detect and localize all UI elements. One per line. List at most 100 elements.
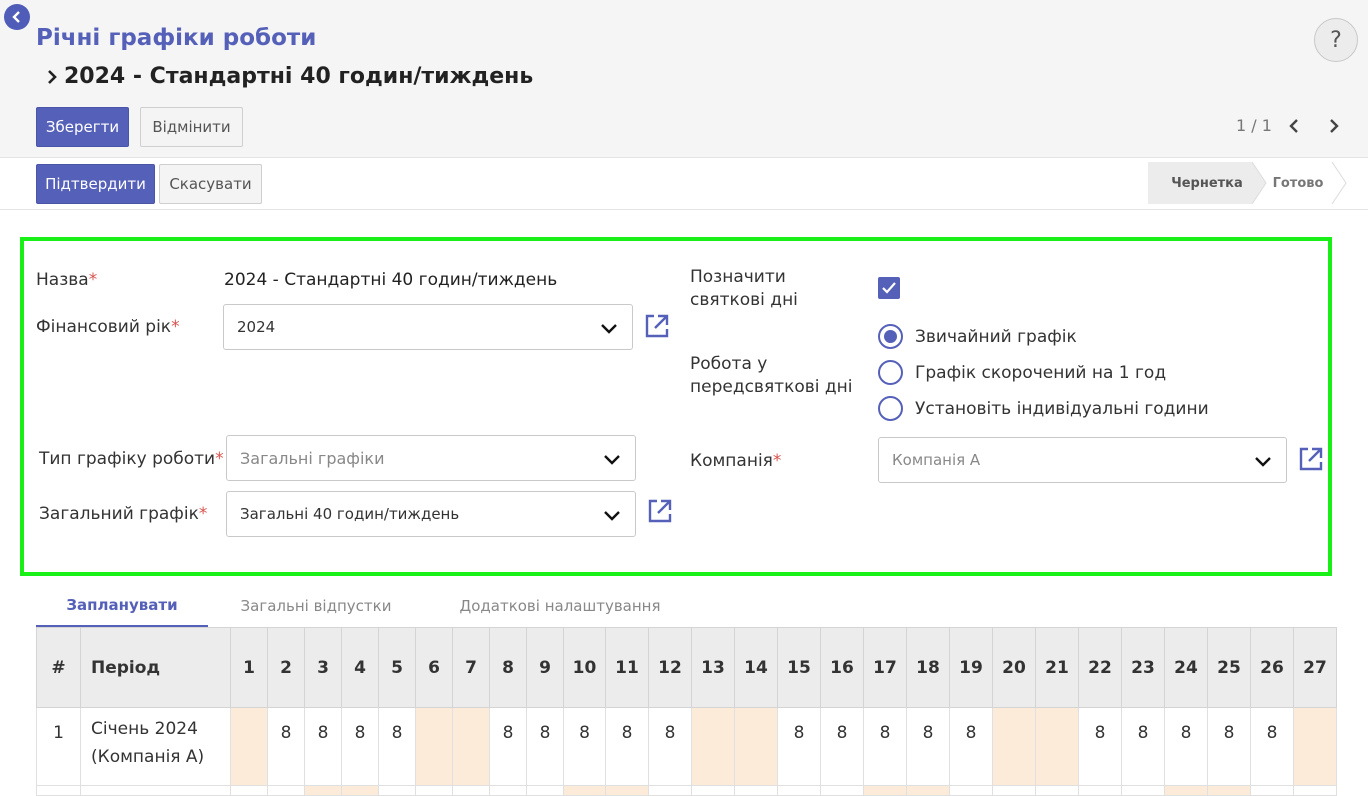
name-label: Назва* bbox=[36, 270, 98, 290]
day-hours-cell[interactable] bbox=[777, 785, 821, 796]
day-hours-cell[interactable]: 8 bbox=[863, 707, 907, 786]
day-hours-cell[interactable]: 8 bbox=[341, 707, 379, 786]
col-header-day: 1 bbox=[230, 627, 268, 708]
day-hours-cell[interactable]: 8 bbox=[1164, 707, 1208, 786]
day-hours-cell[interactable]: 8 bbox=[489, 707, 527, 786]
day-hours-cell[interactable] bbox=[1293, 785, 1337, 796]
day-hours-cell[interactable] bbox=[1250, 785, 1294, 796]
schedule-type-label: Тип графіку роботи* bbox=[39, 449, 224, 469]
day-hours-cell[interactable] bbox=[267, 785, 305, 796]
day-hours-cell[interactable]: 8 bbox=[526, 707, 564, 786]
day-hours-cell[interactable] bbox=[1035, 707, 1079, 786]
day-hours-cell[interactable]: 8 bbox=[820, 707, 864, 786]
external-link-icon[interactable] bbox=[644, 313, 670, 339]
day-hours-cell[interactable]: 8 bbox=[563, 707, 606, 786]
pager-value[interactable]: 1 / 1 bbox=[1236, 116, 1272, 135]
day-hours-cell[interactable]: 8 bbox=[777, 707, 821, 786]
page-title[interactable]: Річні графіки роботи bbox=[36, 25, 316, 51]
day-hours-cell[interactable] bbox=[452, 785, 490, 796]
day-hours-cell[interactable] bbox=[605, 785, 649, 796]
day-hours-cell[interactable] bbox=[1078, 785, 1122, 796]
schedule-type-placeholder: Загальні графіки bbox=[240, 448, 385, 468]
day-hours-cell[interactable] bbox=[691, 707, 735, 786]
day-hours-cell[interactable] bbox=[863, 785, 907, 796]
tab-schedule[interactable]: Запланувати bbox=[36, 585, 208, 627]
day-hours-cell[interactable]: 8 bbox=[1250, 707, 1294, 786]
day-hours-cell[interactable] bbox=[906, 785, 950, 796]
fiscal-year-select[interactable]: 2024 bbox=[223, 304, 633, 350]
chevron-down-icon bbox=[604, 511, 620, 521]
day-hours-cell[interactable] bbox=[415, 707, 453, 786]
day-hours-cell[interactable] bbox=[734, 707, 778, 786]
radio-button[interactable] bbox=[878, 360, 903, 385]
day-hours-cell[interactable] bbox=[1207, 785, 1251, 796]
day-hours-cell[interactable] bbox=[1035, 785, 1079, 796]
day-hours-cell[interactable]: 8 bbox=[304, 707, 342, 786]
stage-done[interactable]: Готово bbox=[1266, 162, 1330, 204]
day-hours-cell[interactable]: 8 bbox=[1121, 707, 1165, 786]
company-select[interactable]: Компанія А bbox=[878, 437, 1287, 483]
day-hours-cell[interactable] bbox=[992, 785, 1036, 796]
day-hours-cell[interactable]: 8 bbox=[949, 707, 993, 786]
cancel-button[interactable]: Скасувати bbox=[159, 164, 262, 204]
schedule-type-select[interactable]: Загальні графіки bbox=[226, 435, 636, 481]
day-hours-cell[interactable] bbox=[378, 785, 416, 796]
external-link-icon[interactable] bbox=[1298, 446, 1324, 472]
day-hours-cell[interactable]: 8 bbox=[267, 707, 305, 786]
day-hours-cell[interactable] bbox=[230, 707, 268, 786]
radio-button[interactable] bbox=[878, 324, 903, 349]
day-hours-cell[interactable] bbox=[734, 785, 778, 796]
col-header-period: Період bbox=[80, 627, 231, 708]
pager-next-icon[interactable] bbox=[1324, 114, 1344, 138]
day-hours-cell[interactable] bbox=[820, 785, 864, 796]
back-icon[interactable] bbox=[4, 4, 30, 30]
radio-regular-schedule[interactable]: Звичайний графік bbox=[878, 324, 1077, 349]
save-button[interactable]: Зберегти bbox=[36, 107, 129, 147]
tab-general-holidays[interactable]: Загальні відпустки bbox=[216, 585, 416, 627]
day-hours-cell[interactable]: 8 bbox=[1207, 707, 1251, 786]
day-hours-cell[interactable] bbox=[949, 785, 993, 796]
stage-draft[interactable]: Чернетка bbox=[1148, 162, 1266, 204]
radio-custom-hours[interactable]: Установіть індивідуальні години bbox=[878, 396, 1209, 421]
day-hours-cell[interactable] bbox=[304, 785, 342, 796]
day-hours-cell[interactable] bbox=[526, 785, 564, 796]
day-hours-cell[interactable]: 8 bbox=[648, 707, 692, 786]
day-hours-cell[interactable] bbox=[1164, 785, 1208, 796]
day-hours-cell[interactable] bbox=[691, 785, 735, 796]
day-hours-cell[interactable] bbox=[1121, 785, 1165, 796]
day-hours-cell[interactable] bbox=[563, 785, 606, 796]
record-title: 2024 - Стандартні 40 годин/тиждень bbox=[46, 64, 533, 89]
day-hours-cell[interactable] bbox=[230, 785, 268, 796]
tab-additional-settings[interactable]: Додаткові налаштування bbox=[440, 585, 680, 627]
col-header-day: 14 bbox=[734, 627, 778, 708]
col-header-day: 20 bbox=[992, 627, 1036, 708]
row-period[interactable]: Січень 2024 (Компанія А) bbox=[80, 707, 231, 786]
day-hours-cell[interactable] bbox=[452, 707, 490, 786]
day-hours-cell[interactable]: 8 bbox=[605, 707, 649, 786]
col-header-day: 27 bbox=[1293, 627, 1337, 708]
day-hours-cell[interactable] bbox=[489, 785, 527, 796]
col-header-day: 6 bbox=[415, 627, 453, 708]
day-hours-cell[interactable] bbox=[992, 707, 1036, 786]
radio-shortened-schedule[interactable]: Графік скорочений на 1 год bbox=[878, 360, 1166, 385]
day-hours-cell[interactable]: 8 bbox=[906, 707, 950, 786]
period-month: Січень 2024 bbox=[91, 719, 198, 739]
pager-previous-icon[interactable] bbox=[1284, 114, 1304, 138]
day-hours-cell[interactable] bbox=[341, 785, 379, 796]
day-hours-cell[interactable]: 8 bbox=[1078, 707, 1122, 786]
radio-button[interactable] bbox=[878, 396, 903, 421]
company-value: Компанія А bbox=[892, 451, 981, 469]
day-hours-cell[interactable]: 8 bbox=[378, 707, 416, 786]
day-hours-cell[interactable] bbox=[1293, 707, 1337, 786]
holidays-checkbox[interactable] bbox=[878, 277, 900, 299]
empty-cell bbox=[36, 785, 81, 796]
discard-button[interactable]: Відмінити bbox=[140, 107, 243, 147]
day-hours-cell[interactable] bbox=[415, 785, 453, 796]
external-link-icon[interactable] bbox=[647, 498, 673, 524]
day-hours-cell[interactable] bbox=[648, 785, 692, 796]
general-schedule-select[interactable]: Загальні 40 годин/тиждень bbox=[226, 491, 636, 537]
confirm-button[interactable]: Підтвердити bbox=[36, 164, 155, 204]
name-value[interactable]: 2024 - Стандартні 40 годин/тиждень bbox=[224, 270, 557, 290]
holidays-label: Позначити святкові дні bbox=[690, 267, 798, 310]
help-button[interactable]: ? bbox=[1314, 18, 1358, 62]
